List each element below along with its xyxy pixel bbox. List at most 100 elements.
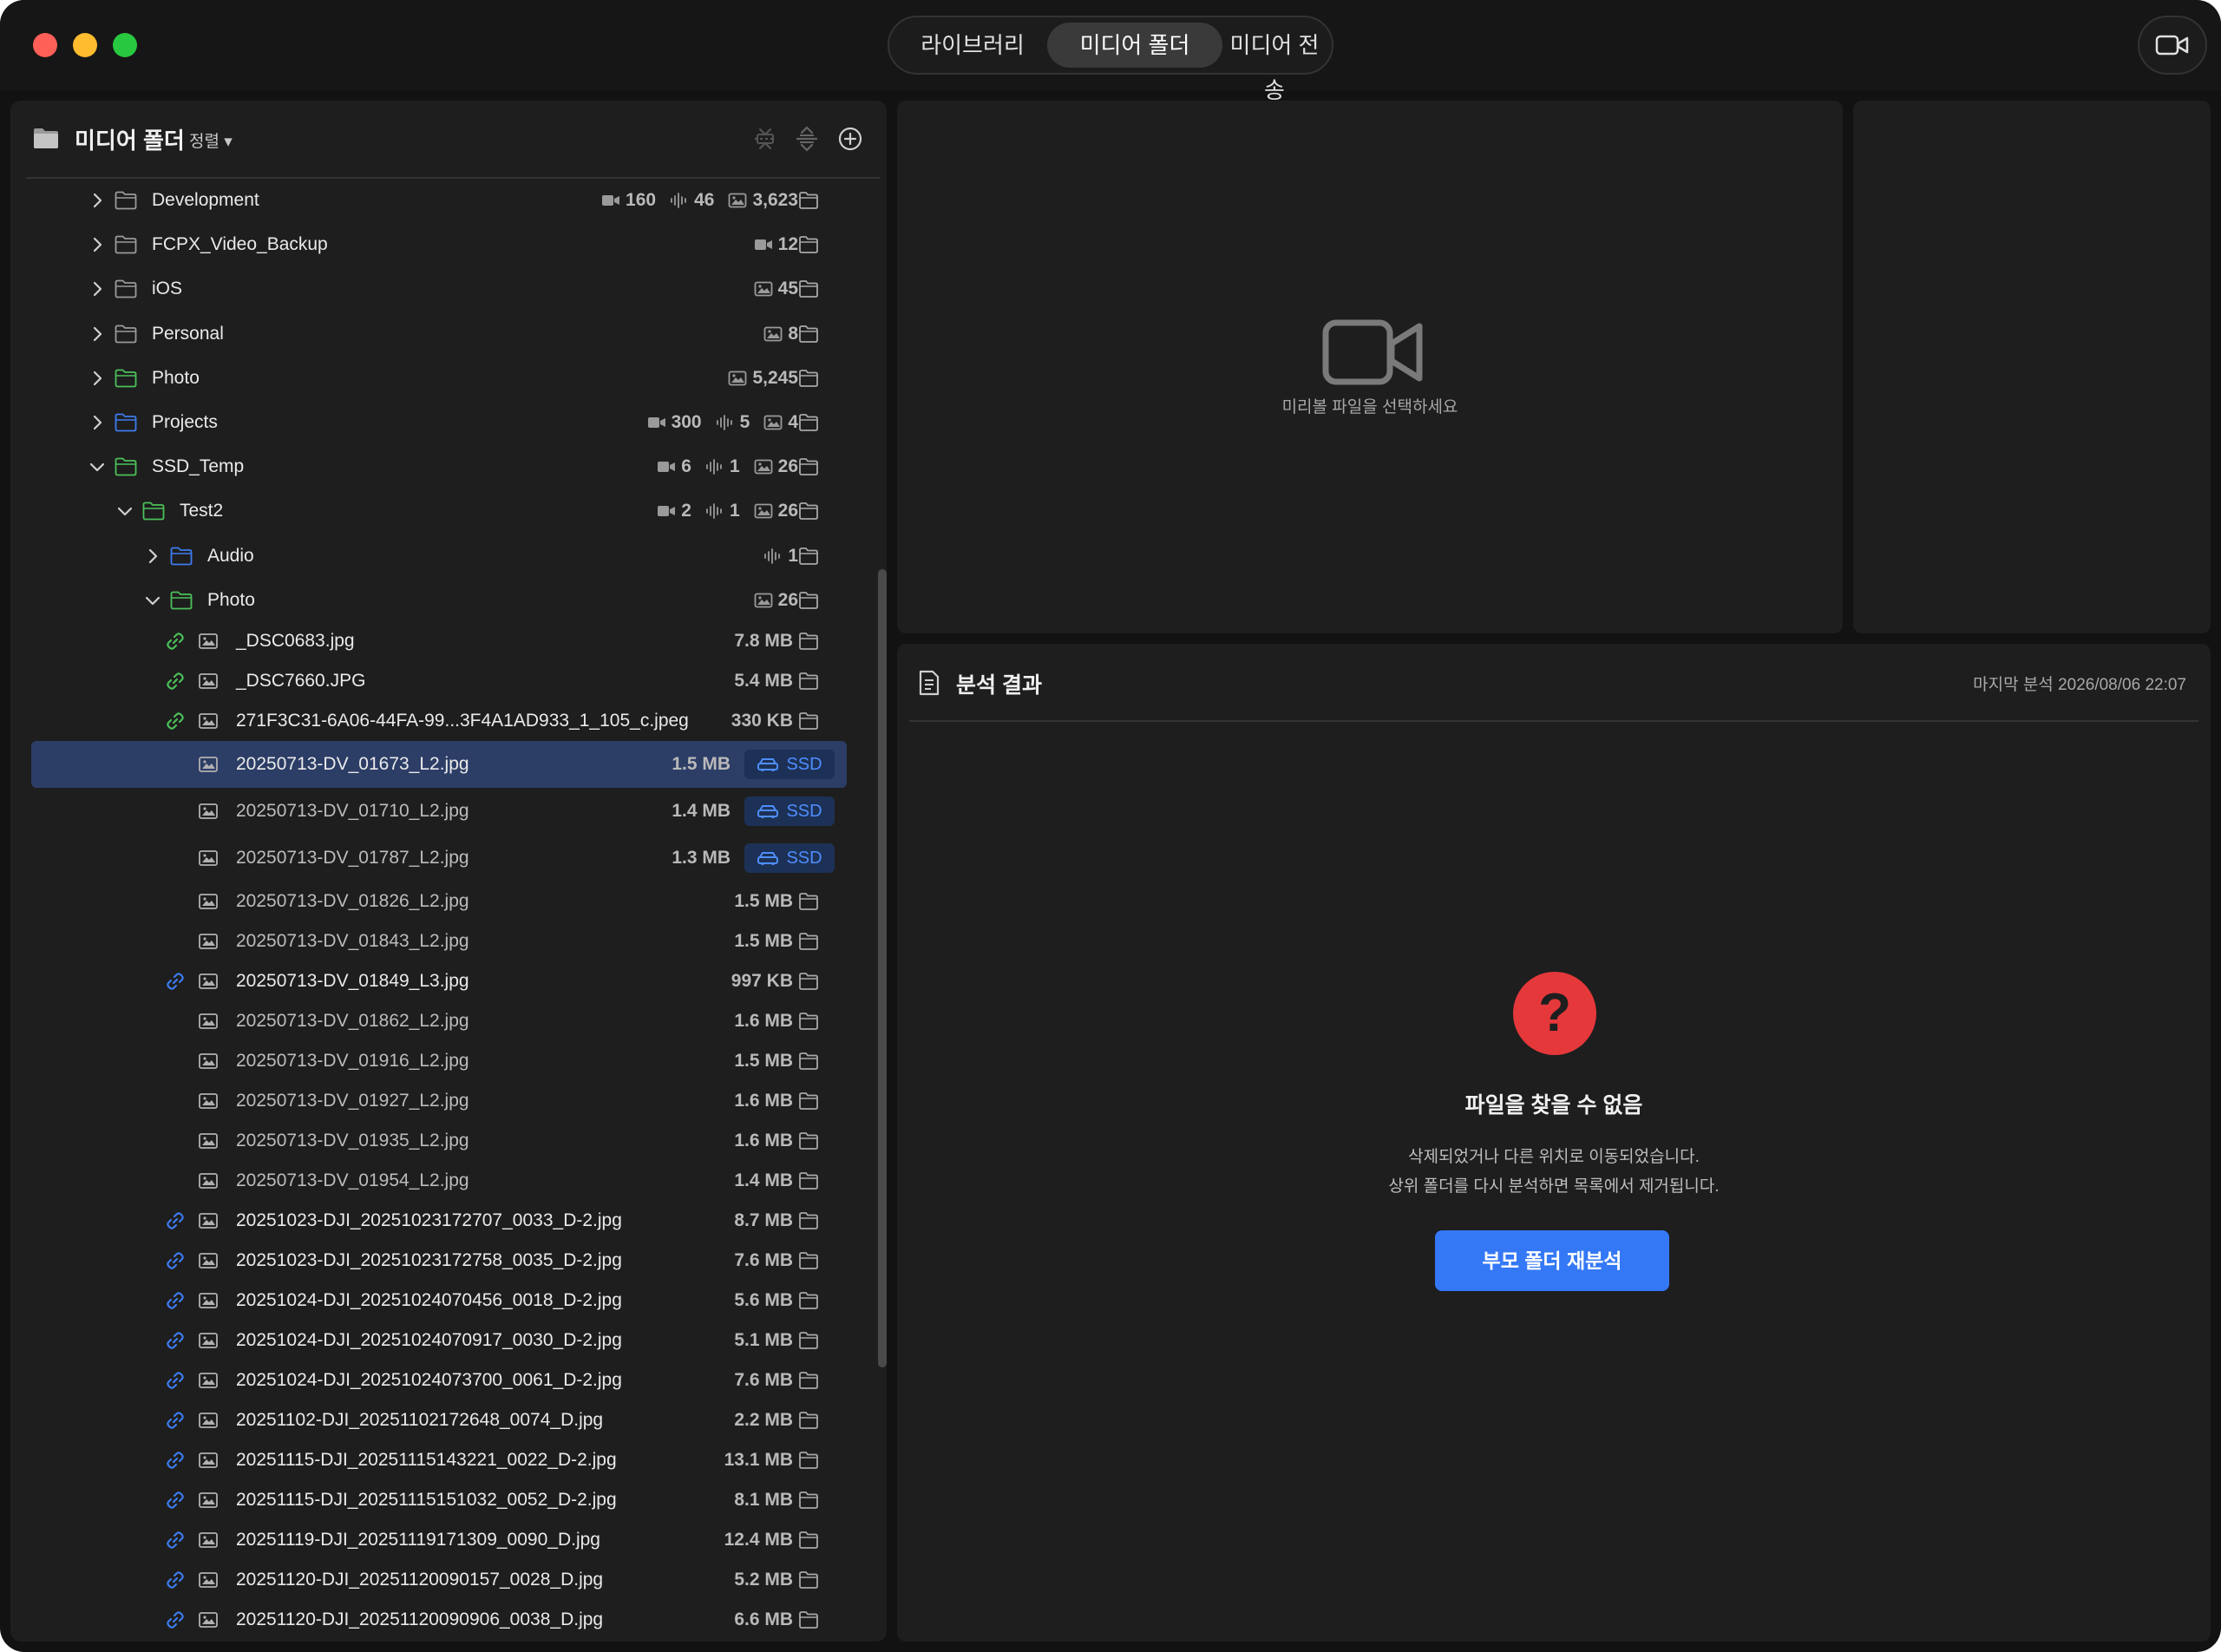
chevron-right-icon[interactable]: [87, 412, 108, 433]
chevron-down-icon[interactable]: [87, 456, 108, 477]
file-row[interactable]: 20251115-DJI_20251115143221_0022_D-2.jpg…: [10, 1440, 878, 1480]
file-row[interactable]: 20251119-DJI_20251119171309_0090_D.jpg 12…: [10, 1520, 878, 1560]
reveal-in-finder-icon[interactable]: [798, 1291, 819, 1310]
file-row[interactable]: 20250713-DV_01673_L2.jpg 1.5 MB SSD: [31, 741, 847, 788]
chevron-right-icon[interactable]: [87, 190, 108, 211]
reveal-in-finder-icon[interactable]: [798, 711, 819, 731]
reveal-in-finder-icon[interactable]: [798, 1171, 819, 1190]
chevron-right-icon[interactable]: [87, 368, 108, 389]
file-row[interactable]: 271F3C31-6A06-44FA-99...3F4A1AD933_1_105…: [10, 701, 878, 741]
file-row[interactable]: 20250713-DV_01916_L2.jpg 1.5 MB: [10, 1041, 878, 1081]
reveal-in-finder-icon[interactable]: [798, 1531, 819, 1550]
reveal-in-finder-icon[interactable]: [798, 1411, 819, 1430]
reveal-in-finder-icon[interactable]: [798, 502, 819, 521]
reveal-in-finder-icon[interactable]: [798, 932, 819, 951]
file-row[interactable]: 20251023-DJI_20251023172758_0035_D-2.jpg…: [10, 1241, 878, 1281]
expand-all-icon[interactable]: [793, 125, 821, 153]
file-size: 330 KB: [731, 711, 793, 731]
reveal-in-finder-icon[interactable]: [798, 972, 819, 991]
file-row[interactable]: 20251024-DJI_20251024070917_0030_D-2.jpg…: [10, 1321, 878, 1360]
reveal-in-finder-icon[interactable]: [798, 1451, 819, 1470]
tab-media-transfer[interactable]: 미디어 전송: [1226, 23, 1323, 103]
reveal-in-finder-icon[interactable]: [798, 632, 819, 651]
tree-scrollbar[interactable]: [878, 569, 887, 1367]
reveal-in-finder-icon[interactable]: [798, 1131, 819, 1150]
sort-dropdown[interactable]: 정렬 ▾: [189, 128, 233, 152]
folder-icon: [115, 191, 137, 210]
chevron-right-icon[interactable]: [87, 324, 108, 344]
file-row[interactable]: 20251024-DJI_20251024070456_0018_D-2.jpg…: [10, 1281, 878, 1321]
chevron-right-icon[interactable]: [87, 234, 108, 255]
tab-media-folder[interactable]: 미디어 폴더: [1047, 23, 1222, 68]
reveal-in-finder-icon[interactable]: [798, 1012, 819, 1031]
reveal-in-finder-icon[interactable]: [798, 1491, 819, 1510]
folder-row[interactable]: Audio 1: [10, 536, 878, 576]
file-row[interactable]: 20251120-DJI_20251120090906_0038_D.jpg 6.…: [10, 1600, 878, 1640]
reveal-in-finder-icon[interactable]: [798, 1371, 819, 1390]
folder-row[interactable]: SSD_Temp 6 1 26: [10, 447, 878, 487]
reveal-in-finder-icon[interactable]: [798, 672, 819, 691]
reveal-in-finder-icon[interactable]: [798, 1331, 819, 1350]
reveal-in-finder-icon[interactable]: [798, 191, 819, 210]
reveal-in-finder-icon[interactable]: [798, 1251, 819, 1270]
folder-row[interactable]: Photo 5,245: [10, 358, 878, 398]
reveal-in-finder-icon[interactable]: [798, 892, 819, 911]
camera-button[interactable]: [2138, 16, 2207, 75]
folder-row[interactable]: Projects 300 5 4: [10, 403, 878, 442]
rescan-parent-folder-button[interactable]: 부모 폴더 재분석: [1435, 1230, 1669, 1291]
folder-stats: 2 1 26: [643, 501, 798, 521]
reveal-in-finder-icon[interactable]: [798, 235, 819, 254]
folder-row[interactable]: Development 160 46 3,623: [10, 180, 878, 220]
folder-row[interactable]: Test2 2 1 26: [10, 491, 878, 531]
reveal-in-finder-icon[interactable]: [798, 324, 819, 344]
chevron-right-icon[interactable]: [142, 546, 163, 567]
reveal-in-finder-icon[interactable]: [798, 1211, 819, 1230]
folder-row[interactable]: FCPX_Video_Backup 12: [10, 225, 878, 265]
reveal-in-finder-icon[interactable]: [798, 1092, 819, 1111]
file-row[interactable]: 20250713-DV_01787_L2.jpg 1.3 MB SSD: [10, 835, 878, 882]
minimize-window-button[interactable]: [73, 33, 97, 57]
chevron-right-icon[interactable]: [87, 279, 108, 299]
reveal-in-finder-icon[interactable]: [798, 369, 819, 388]
file-row[interactable]: 20251115-DJI_20251115151032_0052_D-2.jpg…: [10, 1480, 878, 1520]
reveal-in-finder-icon[interactable]: [798, 413, 819, 432]
file-row[interactable]: 20250713-DV_01954_L2.jpg 1.4 MB: [10, 1161, 878, 1201]
chevron-down-icon[interactable]: [115, 501, 135, 521]
file-row[interactable]: 20250713-DV_01826_L2.jpg 1.5 MB: [10, 882, 878, 921]
reveal-in-finder-icon[interactable]: [798, 457, 819, 476]
secondary-preview-panel: [1853, 101, 2211, 633]
close-window-button[interactable]: [33, 33, 57, 57]
file-row[interactable]: 20251023-DJI_20251023172707_0033_D-2.jpg…: [10, 1201, 878, 1241]
image-file-icon: [199, 1013, 218, 1029]
file-row[interactable]: 20251024-DJI_20251024073700_0061_D-2.jpg…: [10, 1360, 878, 1400]
file-row[interactable]: 20251102-DJI_20251102172648_0074_D.jpg 2.…: [10, 1400, 878, 1440]
stat-video: 12: [754, 234, 798, 255]
chevron-down-icon[interactable]: [142, 590, 163, 611]
folder-row[interactable]: Photo 26: [10, 580, 878, 620]
folder-stats: 45: [740, 279, 798, 299]
reveal-in-finder-icon[interactable]: [798, 1052, 819, 1071]
folder-row[interactable]: iOS 45: [10, 269, 878, 309]
file-size: 5.1 MB: [734, 1330, 793, 1350]
collapse-all-icon[interactable]: [751, 125, 779, 153]
file-row[interactable]: 20251120-DJI_20251120090157_0028_D.jpg 5.…: [10, 1560, 878, 1600]
zoom-window-button[interactable]: [113, 33, 137, 57]
folder-row[interactable]: Personal 8: [10, 314, 878, 354]
file-row[interactable]: 20250713-DV_01927_L2.jpg 1.6 MB: [10, 1081, 878, 1121]
reveal-in-finder-icon[interactable]: [798, 1570, 819, 1590]
file-row[interactable]: 20250713-DV_01862_L2.jpg 1.6 MB: [10, 1001, 878, 1041]
reveal-in-finder-icon[interactable]: [798, 591, 819, 610]
file-row[interactable]: 20250713-DV_01843_L2.jpg 1.5 MB: [10, 921, 878, 961]
reveal-in-finder-icon[interactable]: [798, 279, 819, 298]
image-file-icon: [199, 974, 218, 989]
reveal-in-finder-icon[interactable]: [798, 1610, 819, 1629]
tab-library[interactable]: 라이브러리: [901, 23, 1044, 68]
reveal-in-finder-icon[interactable]: [798, 547, 819, 566]
file-row[interactable]: 20250713-DV_01710_L2.jpg 1.4 MB SSD: [10, 788, 878, 835]
file-row[interactable]: 20250713-DV_01849_L3.jpg 997 KB: [10, 961, 878, 1001]
folder-name: FCPX_Video_Backup: [152, 234, 328, 255]
add-folder-icon[interactable]: [836, 125, 864, 153]
file-row[interactable]: 20250713-DV_01935_L2.jpg 1.6 MB: [10, 1121, 878, 1161]
file-row[interactable]: _DSC7660.JPG 5.4 MB: [10, 661, 878, 701]
file-row[interactable]: _DSC0683.jpg 7.8 MB: [10, 621, 878, 661]
